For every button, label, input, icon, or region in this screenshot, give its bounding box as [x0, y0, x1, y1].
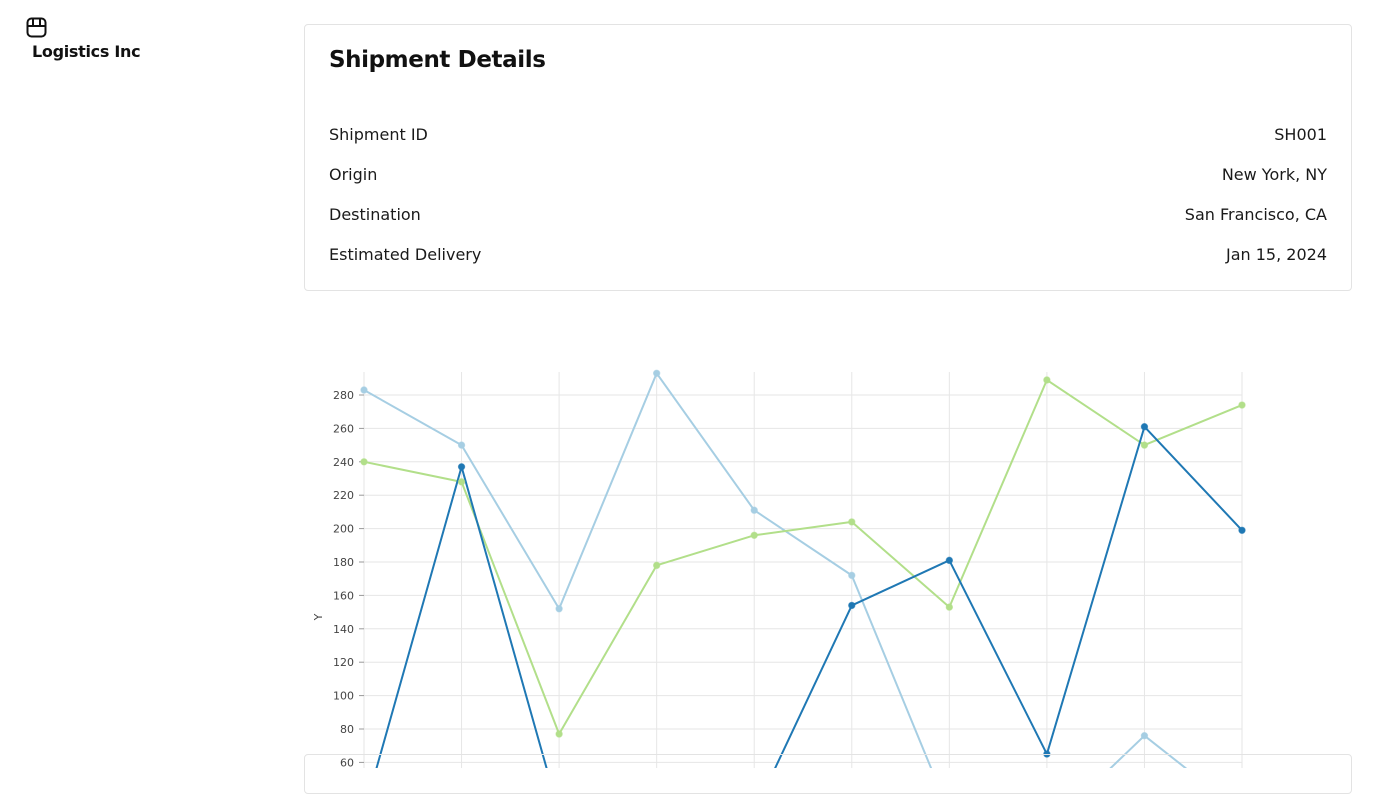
shipment-details-card: Shipment Details Shipment ID SH001 Origi…: [304, 24, 1352, 291]
data-point[interactable]: [1140, 441, 1149, 449]
y-tick-label: 80: [340, 723, 354, 736]
y-tick-label: 220: [333, 489, 354, 502]
data-point[interactable]: [652, 369, 661, 377]
y-tick-label: 140: [333, 623, 354, 636]
data-point[interactable]: [555, 605, 563, 613]
data-point[interactable]: [1238, 526, 1246, 534]
field-row-shipment-id: Shipment ID SH001: [329, 122, 1327, 146]
field-label: Origin: [329, 164, 378, 184]
sidebar: Logistics Inc: [0, 0, 280, 768]
package-icon: [26, 17, 47, 38]
data-point[interactable]: [945, 603, 954, 611]
chart-svg: 6080100120140160180200220240260280 Y: [312, 369, 1246, 794]
data-point[interactable]: [1140, 731, 1149, 740]
data-point[interactable]: [360, 386, 368, 394]
y-tick-label: 280: [333, 389, 354, 402]
series-group: [360, 369, 1246, 794]
secondary-card: [304, 754, 1352, 794]
field-value: Jan 15, 2024: [1226, 244, 1327, 264]
field-row-origin: Origin New York, NY: [329, 162, 1327, 186]
y-tick-label: 260: [333, 422, 354, 435]
field-label: Shipment ID: [329, 124, 428, 144]
field-value: New York, NY: [1221, 164, 1327, 184]
brand-name[interactable]: Logistics Inc: [32, 42, 141, 61]
data-point[interactable]: [848, 518, 856, 526]
data-point[interactable]: [1140, 423, 1149, 431]
field-row-estimated-delivery: Estimated Delivery Jan 15, 2024: [329, 242, 1327, 266]
data-point[interactable]: [652, 561, 661, 570]
field-label: Estimated Delivery: [329, 244, 482, 264]
y-tick-label: 160: [333, 589, 354, 602]
data-point[interactable]: [457, 441, 466, 449]
series-line-2: [363, 378, 1243, 736]
y-axis: 6080100120140160180200220240260280: [333, 389, 364, 769]
y-tick-label: 120: [333, 656, 354, 669]
y-tick-label: 200: [333, 523, 354, 536]
field-value: San Francisco, CA: [1184, 204, 1327, 224]
data-point[interactable]: [945, 556, 954, 565]
data-point[interactable]: [555, 730, 563, 738]
data-point[interactable]: [750, 506, 758, 514]
data-point[interactable]: [848, 571, 856, 580]
y-tick-label: 240: [333, 456, 354, 469]
field-value: SH001: [1274, 124, 1327, 144]
data-point[interactable]: [1238, 401, 1246, 409]
data-point[interactable]: [457, 478, 466, 486]
field-row-destination: Destination San Francisco, CA: [329, 202, 1327, 226]
data-point[interactable]: [750, 531, 758, 539]
series-line-3: [368, 425, 1243, 794]
data-point[interactable]: [457, 463, 466, 471]
data-point[interactable]: [1043, 376, 1051, 384]
data-point[interactable]: [848, 601, 856, 610]
data-point[interactable]: [360, 458, 368, 466]
line-chart: 60 80 100 120 140 160 180 200 220 240 260 280 Y: [304, 340, 1352, 794]
y-tick-label: 100: [333, 690, 354, 703]
field-label: Destination: [329, 204, 421, 224]
y-axis-label: Y: [312, 613, 325, 621]
y-tick-label: 180: [333, 556, 354, 569]
card-title: Shipment Details: [329, 47, 546, 73]
